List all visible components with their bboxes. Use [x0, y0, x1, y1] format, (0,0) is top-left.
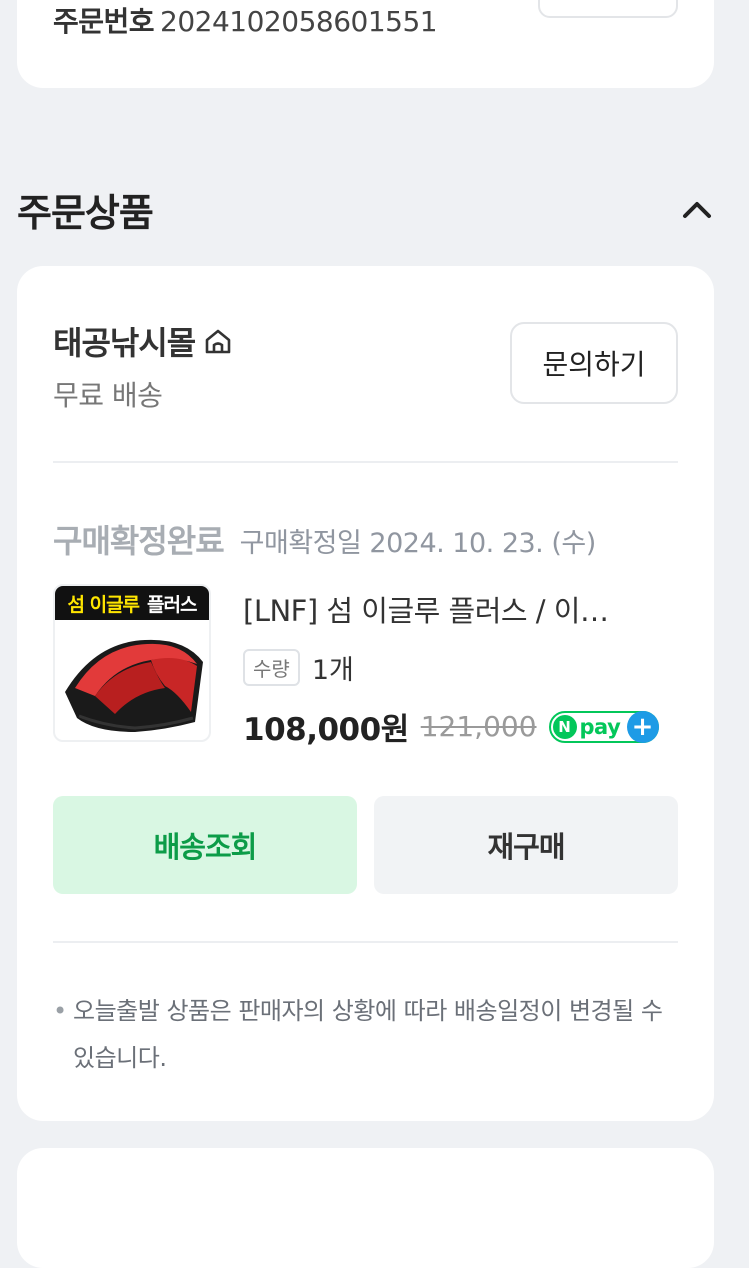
original-price: 121,000 — [420, 710, 537, 743]
ordered-items-header: 주문상품 — [17, 180, 717, 240]
notice-bullet: • — [53, 997, 67, 1025]
tent-image — [65, 639, 203, 732]
sale-price: 108,000원 — [243, 712, 409, 748]
notice-text: 오늘출발 상품은 판매자의 상황에 따라 배송일정이 변경될 수 있습니다. — [73, 997, 663, 1072]
next-card — [17, 1148, 714, 1268]
plus-icon: + — [626, 710, 659, 743]
npay-n-icon: N — [552, 714, 577, 739]
quantity-row: 수량 1개 — [243, 648, 354, 687]
product-title[interactable]: [LNF] 섬 이글루 플러스 / 이… — [243, 588, 663, 630]
store-name[interactable]: 태공낚시몰 — [53, 318, 235, 364]
divider — [53, 941, 678, 943]
track-delivery-button[interactable]: 배송조회 — [53, 796, 357, 894]
shipping-fee: 무료 배송 — [53, 379, 163, 412]
section-title: 주문상품 — [17, 191, 154, 235]
purchase-status: 구매확정완료 — [53, 522, 225, 560]
product-thumbnail[interactable]: 섬 이글루 플러스 — [53, 584, 211, 742]
order-detail-button[interactable] — [538, 0, 678, 18]
quantity-value: 1개 — [311, 655, 354, 686]
home-icon — [201, 324, 235, 358]
thumbnail-banner: 섬 이글루 플러스 — [55, 586, 209, 620]
shipping-notice: • 오늘출발 상품은 판매자의 상황에 따라 배송일정이 변경될 수 있습니다. — [53, 988, 679, 1082]
store-name-text: 태공낚시몰 — [53, 324, 196, 362]
order-number-label: 주문번호 — [53, 5, 155, 38]
purchase-confirm-date: 구매확정일 2024. 10. 23. (수) — [239, 528, 597, 559]
order-item-card: 태공낚시몰 무료 배송 문의하기 구매확정완료 구매확정일 2024. 10. … — [17, 266, 714, 1121]
price-row: 108,000원 121,000 N pay + — [243, 704, 659, 749]
order-number-value: 2024102058601551 — [160, 5, 438, 38]
order-info-card: 주문번호 2024102058601551 — [17, 0, 714, 88]
order-number: 주문번호 2024102058601551 — [53, 0, 438, 40]
thumbnail-banner-white: 플러스 — [147, 593, 197, 616]
inquiry-button[interactable]: 문의하기 — [510, 322, 678, 404]
rebuy-button[interactable]: 재구매 — [374, 796, 678, 894]
npay-text: pay — [579, 714, 621, 739]
thumbnail-banner-yellow: 섬 이글루 — [67, 593, 141, 616]
purchase-status-row: 구매확정완료 구매확정일 2024. 10. 23. (수) — [53, 516, 596, 562]
npay-plus-badge: N pay + — [548, 710, 659, 743]
quantity-label: 수량 — [243, 649, 300, 686]
chevron-up-icon[interactable] — [677, 190, 717, 230]
divider — [53, 461, 678, 463]
